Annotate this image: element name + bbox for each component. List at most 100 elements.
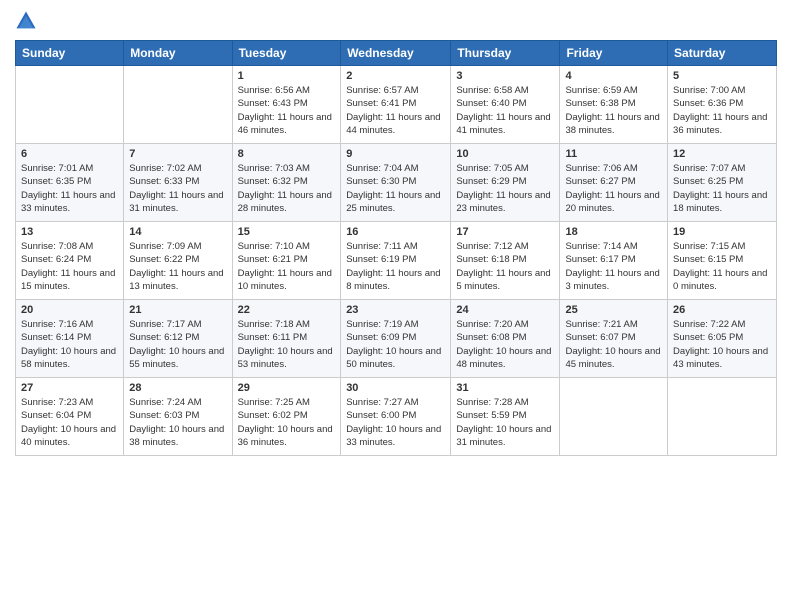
table-row: 30Sunrise: 7:27 AM Sunset: 6:00 PM Dayli… — [341, 378, 451, 456]
day-number: 12 — [673, 148, 771, 160]
day-number: 21 — [129, 304, 226, 316]
day-info: Sunrise: 6:59 AM Sunset: 6:38 PM Dayligh… — [565, 84, 662, 137]
day-info: Sunrise: 7:23 AM Sunset: 6:04 PM Dayligh… — [21, 396, 118, 449]
table-row: 15 Sunrise: 7:10 AM Sunset: 6:21 PM Dayli… — [232, 222, 341, 300]
day-info: Sunrise: 7:18 AM Sunset: 6:11 PM Dayligh… — [238, 318, 336, 371]
table-row: 6 Sunrise: 7:01 AM Sunset: 6:35 PM Daylig… — [16, 144, 124, 222]
calendar-header-row: Sunday Monday Tuesday Wednesday Thursday… — [16, 41, 777, 66]
day-info: Sunrise: 6:57 AM Sunset: 6:41 PM Dayligh… — [346, 84, 445, 137]
day-number: 10 — [456, 148, 554, 160]
day-number: 16 — [346, 226, 445, 238]
day-number: 18 — [565, 226, 662, 238]
table-row: 22 Sunrise: 7:18 AM Sunset: 6:11 PM Dayli… — [232, 300, 341, 378]
table-row: 11 Sunrise: 7:06 AM Sunset: 6:27 PM Dayli… — [560, 144, 668, 222]
table-row — [560, 378, 668, 456]
day-number: 22 — [238, 304, 336, 316]
day-number: 27 — [21, 382, 118, 394]
day-info: Sunrise: 7:14 AM Sunset: 6:17 PM Dayligh… — [565, 240, 662, 293]
table-row: 1 Sunrise: 6:56 AM Sunset: 6:43 PM Daylig… — [232, 66, 341, 144]
day-number: 11 — [565, 148, 662, 160]
col-thursday: Thursday — [451, 41, 560, 66]
day-number: 3 — [456, 70, 554, 82]
day-info: Sunrise: 7:24 AM Sunset: 6:03 PM Dayligh… — [129, 396, 226, 449]
day-number: 7 — [129, 148, 226, 160]
table-row: 10 Sunrise: 7:05 AM Sunset: 6:29 PM Dayli… — [451, 144, 560, 222]
day-info: Sunrise: 7:12 AM Sunset: 6:18 PM Dayligh… — [456, 240, 554, 293]
day-number: 17 — [456, 226, 554, 238]
day-info: Sunrise: 7:07 AM Sunset: 6:25 PM Dayligh… — [673, 162, 771, 215]
table-row: 27 Sunrise: 7:23 AM Sunset: 6:04 PM Dayli… — [16, 378, 124, 456]
day-number: 31 — [456, 382, 554, 394]
calendar-week-row: 20 Sunrise: 7:16 AM Sunset: 6:14 PM Dayli… — [16, 300, 777, 378]
day-info: Sunrise: 7:04 AM Sunset: 6:30 PM Dayligh… — [346, 162, 445, 215]
table-row: 26Sunrise: 7:22 AM Sunset: 6:05 PM Dayli… — [668, 300, 777, 378]
day-info: Sunrise: 7:21 AM Sunset: 6:07 PM Dayligh… — [565, 318, 662, 371]
day-info: Sunrise: 7:03 AM Sunset: 6:32 PM Dayligh… — [238, 162, 336, 215]
day-info: Sunrise: 7:08 AM Sunset: 6:24 PM Dayligh… — [21, 240, 118, 293]
day-info: Sunrise: 7:02 AM Sunset: 6:33 PM Dayligh… — [129, 162, 226, 215]
day-info: Sunrise: 6:58 AM Sunset: 6:40 PM Dayligh… — [456, 84, 554, 137]
day-number: 30 — [346, 382, 445, 394]
day-number: 23 — [346, 304, 445, 316]
day-number: 15 — [238, 226, 336, 238]
logo — [15, 10, 39, 32]
calendar-week-row: 6 Sunrise: 7:01 AM Sunset: 6:35 PM Daylig… — [16, 144, 777, 222]
table-row: 14Sunrise: 7:09 AM Sunset: 6:22 PM Dayli… — [124, 222, 232, 300]
table-row — [124, 66, 232, 144]
day-info: Sunrise: 7:06 AM Sunset: 6:27 PM Dayligh… — [565, 162, 662, 215]
table-row: 25 Sunrise: 7:21 AM Sunset: 6:07 PM Dayli… — [560, 300, 668, 378]
table-row: 8 Sunrise: 7:03 AM Sunset: 6:32 PM Daylig… — [232, 144, 341, 222]
day-info: Sunrise: 6:56 AM Sunset: 6:43 PM Dayligh… — [238, 84, 336, 137]
day-info: Sunrise: 7:15 AM Sunset: 6:15 PM Dayligh… — [673, 240, 771, 293]
day-number: 1 — [238, 70, 336, 82]
table-row: 5 Sunrise: 7:00 AM Sunset: 6:36 PM Daylig… — [668, 66, 777, 144]
table-row: 13 Sunrise: 7:08 AM Sunset: 6:24 PM Dayli… — [16, 222, 124, 300]
day-info: Sunrise: 7:28 AM Sunset: 5:59 PM Dayligh… — [456, 396, 554, 449]
table-row: 12 Sunrise: 7:07 AM Sunset: 6:25 PM Dayli… — [668, 144, 777, 222]
col-tuesday: Tuesday — [232, 41, 341, 66]
table-row — [16, 66, 124, 144]
day-info: Sunrise: 7:11 AM Sunset: 6:19 PM Dayligh… — [346, 240, 445, 293]
calendar-table: Sunday Monday Tuesday Wednesday Thursday… — [15, 40, 777, 456]
table-row: 16 Sunrise: 7:11 AM Sunset: 6:19 PM Dayli… — [341, 222, 451, 300]
day-number: 20 — [21, 304, 118, 316]
day-number: 19 — [673, 226, 771, 238]
day-info: Sunrise: 7:10 AM Sunset: 6:21 PM Dayligh… — [238, 240, 336, 293]
day-number: 29 — [238, 382, 336, 394]
table-row: 17 Sunrise: 7:12 AM Sunset: 6:18 PM Dayli… — [451, 222, 560, 300]
day-number: 5 — [673, 70, 771, 82]
col-friday: Friday — [560, 41, 668, 66]
day-number: 9 — [346, 148, 445, 160]
table-row: 29 Sunrise: 7:25 AM Sunset: 6:02 PM Dayli… — [232, 378, 341, 456]
day-number: 13 — [21, 226, 118, 238]
day-number: 6 — [21, 148, 118, 160]
table-row: 3 Sunrise: 6:58 AM Sunset: 6:40 PM Daylig… — [451, 66, 560, 144]
table-row: 20 Sunrise: 7:16 AM Sunset: 6:14 PM Dayli… — [16, 300, 124, 378]
day-info: Sunrise: 7:16 AM Sunset: 6:14 PM Dayligh… — [21, 318, 118, 371]
day-info: Sunrise: 7:05 AM Sunset: 6:29 PM Dayligh… — [456, 162, 554, 215]
table-row: 28Sunrise: 7:24 AM Sunset: 6:03 PM Dayli… — [124, 378, 232, 456]
table-row — [668, 378, 777, 456]
day-number: 25 — [565, 304, 662, 316]
day-number: 24 — [456, 304, 554, 316]
table-row: 2Sunrise: 6:57 AM Sunset: 6:41 PM Daylig… — [341, 66, 451, 144]
calendar-week-row: 1 Sunrise: 6:56 AM Sunset: 6:43 PM Daylig… — [16, 66, 777, 144]
calendar-week-row: 27 Sunrise: 7:23 AM Sunset: 6:04 PM Dayli… — [16, 378, 777, 456]
day-info: Sunrise: 7:00 AM Sunset: 6:36 PM Dayligh… — [673, 84, 771, 137]
day-info: Sunrise: 7:19 AM Sunset: 6:09 PM Dayligh… — [346, 318, 445, 371]
day-info: Sunrise: 7:01 AM Sunset: 6:35 PM Dayligh… — [21, 162, 118, 215]
day-number: 14 — [129, 226, 226, 238]
col-monday: Monday — [124, 41, 232, 66]
day-number: 8 — [238, 148, 336, 160]
page-header — [15, 10, 777, 32]
day-number: 26 — [673, 304, 771, 316]
day-info: Sunrise: 7:25 AM Sunset: 6:02 PM Dayligh… — [238, 396, 336, 449]
table-row: 18 Sunrise: 7:14 AM Sunset: 6:17 PM Dayli… — [560, 222, 668, 300]
day-number: 4 — [565, 70, 662, 82]
logo-icon — [15, 10, 37, 32]
day-info: Sunrise: 7:20 AM Sunset: 6:08 PM Dayligh… — [456, 318, 554, 371]
table-row: 7 Sunrise: 7:02 AM Sunset: 6:33 PM Daylig… — [124, 144, 232, 222]
table-row: 4 Sunrise: 6:59 AM Sunset: 6:38 PM Daylig… — [560, 66, 668, 144]
day-info: Sunrise: 7:17 AM Sunset: 6:12 PM Dayligh… — [129, 318, 226, 371]
table-row: 24 Sunrise: 7:20 AM Sunset: 6:08 PM Dayli… — [451, 300, 560, 378]
